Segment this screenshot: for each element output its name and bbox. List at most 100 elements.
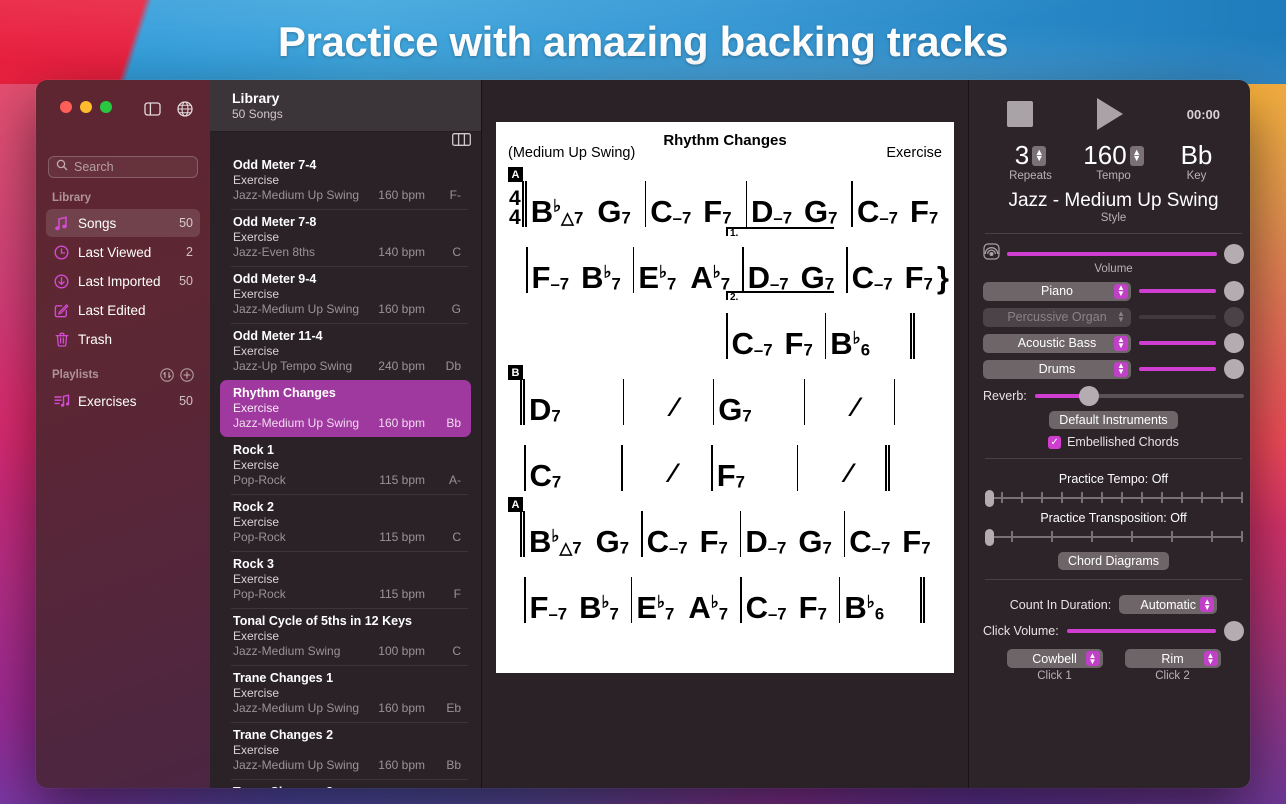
volume-slider[interactable] bbox=[983, 243, 1244, 265]
song-subtitle: Exercise bbox=[233, 686, 280, 700]
minimize-button[interactable] bbox=[80, 101, 92, 113]
table-row[interactable]: Trane Changes 2 Exercise Jazz-Medium Up … bbox=[220, 722, 471, 779]
count-in-duration-row: Count In Duration: Automatic ▲ ▼ bbox=[983, 595, 1244, 614]
table-row-selected[interactable]: Rhythm Changes Exercise Jazz-Medium Up S… bbox=[220, 380, 471, 437]
chevron-updown-icon[interactable]: ▲ ▼ bbox=[1114, 335, 1128, 351]
song-key: C bbox=[452, 644, 461, 658]
instrument-select-piano[interactable]: Piano ▲ ▼ bbox=[983, 281, 1131, 301]
reverb-slider[interactable]: Reverb: bbox=[983, 386, 1244, 406]
practice-transposition-thumb[interactable] bbox=[985, 529, 994, 546]
click2-column: Rim ▲ ▼ Click 2 bbox=[1124, 649, 1221, 682]
chevron-updown-icon[interactable]: ▲ ▼ bbox=[1114, 309, 1128, 325]
song-style: Pop-Rock bbox=[233, 587, 286, 601]
style-field[interactable]: Jazz - Medium Up Swing Style bbox=[983, 190, 1244, 224]
song-key: Bb bbox=[446, 758, 461, 772]
sidebar-item-count: 50 bbox=[179, 274, 193, 288]
table-row[interactable]: Rock 1 Exercise Pop-Rock 115 bpm A- bbox=[220, 437, 471, 494]
instrument-volume-knob[interactable] bbox=[1224, 281, 1244, 301]
song-style: Jazz-Medium Up Swing bbox=[233, 302, 360, 316]
instrument-volume-knob[interactable] bbox=[1224, 359, 1244, 379]
song-subtitle: Exercise bbox=[233, 572, 280, 586]
table-row[interactable]: Rock 3 Exercise Pop-Rock 115 bpm F bbox=[220, 551, 471, 608]
click-volume-slider[interactable]: Click Volume: bbox=[983, 621, 1244, 641]
song-title: Rock 1 bbox=[233, 443, 274, 457]
repeats-field[interactable]: 3 ▲ ▼ Repeats bbox=[989, 140, 1072, 182]
chevron-updown-icon[interactable]: ▲ ▼ bbox=[1114, 283, 1128, 299]
music-note-icon bbox=[53, 215, 70, 232]
zoom-button[interactable] bbox=[100, 101, 112, 113]
reverb-knob[interactable] bbox=[1078, 386, 1099, 406]
tempo-stepper[interactable]: ▲ ▼ bbox=[1129, 145, 1144, 166]
chord: F7 bbox=[909, 193, 939, 229]
practice-transposition-label: Practice Transposition: Off bbox=[1040, 511, 1187, 525]
song-list[interactable]: Odd Meter 7-4 Exercise Jazz-Medium Up Sw… bbox=[210, 152, 481, 788]
song-bpm: 160 bpm bbox=[378, 416, 425, 430]
click2-select[interactable]: Rim ▲ ▼ bbox=[1124, 649, 1221, 668]
practice-transposition-slider[interactable] bbox=[983, 528, 1244, 546]
key-field[interactable]: Bb Key bbox=[1155, 140, 1238, 182]
count-in-select[interactable]: Automatic ▲ ▼ bbox=[1119, 595, 1218, 614]
table-row[interactable]: Trane Changes 3 bbox=[220, 779, 471, 788]
close-button[interactable] bbox=[60, 101, 72, 113]
table-row[interactable]: Odd Meter 11-4 Exercise Jazz-Up Tempo Sw… bbox=[220, 323, 471, 380]
repeats-stepper[interactable]: ▲ ▼ bbox=[1032, 145, 1047, 166]
song-bpm: 115 bpm bbox=[379, 530, 425, 544]
song-title: Rhythm Changes bbox=[233, 386, 336, 400]
columns-icon[interactable] bbox=[452, 133, 471, 151]
chord: C–7 bbox=[646, 523, 688, 559]
embellished-chords-checkbox[interactable]: ✓ Embellished Chords bbox=[983, 435, 1244, 449]
tempo-field[interactable]: 160 ▲ ▼ Tempo bbox=[1072, 140, 1155, 182]
sidebar-item-songs[interactable]: Songs 50 bbox=[46, 209, 200, 237]
airplay-icon[interactable] bbox=[983, 243, 1000, 265]
chevron-updown-icon[interactable]: ▲ ▼ bbox=[1114, 361, 1128, 377]
divider bbox=[985, 458, 1242, 459]
sort-icon[interactable] bbox=[160, 368, 174, 382]
table-row[interactable]: Tonal Cycle of 5ths in 12 Keys Exercise … bbox=[220, 608, 471, 665]
song-style: Jazz-Even 8ths bbox=[233, 245, 316, 259]
instrument-volume-knob[interactable] bbox=[1224, 307, 1244, 327]
table-row[interactable]: Odd Meter 9-4 Exercise Jazz-Medium Up Sw… bbox=[220, 266, 471, 323]
chord-diagrams-button[interactable]: Chord Diagrams bbox=[1057, 552, 1169, 570]
sidebar-item-last-edited[interactable]: Last Edited bbox=[46, 296, 200, 324]
table-row[interactable]: Odd Meter 7-8 Exercise Jazz-Even 8ths 140… bbox=[220, 209, 471, 266]
globe-icon[interactable] bbox=[177, 101, 193, 122]
table-row[interactable]: Rock 2 Exercise Pop-Rock 115 bpm C bbox=[220, 494, 471, 551]
instrument-select-organ[interactable]: Percussive Organ ▲ ▼ bbox=[983, 307, 1131, 327]
play-icon[interactable] bbox=[1096, 98, 1123, 130]
search-input[interactable]: Search bbox=[48, 156, 198, 178]
click-volume-knob[interactable] bbox=[1224, 621, 1244, 641]
tempo-value: 160 bbox=[1083, 140, 1127, 170]
instrument-select-drums[interactable]: Drums ▲ ▼ bbox=[983, 359, 1131, 379]
chevron-updown-icon[interactable]: ▲ ▼ bbox=[1085, 651, 1100, 666]
practice-tempo-thumb[interactable] bbox=[985, 490, 994, 507]
click1-select[interactable]: Cowbell ▲ ▼ bbox=[1006, 649, 1103, 668]
style-label: Style bbox=[1100, 212, 1127, 224]
sidebar-item-trash[interactable]: Trash bbox=[46, 325, 200, 353]
stop-icon[interactable] bbox=[1007, 101, 1033, 127]
playlist-icon bbox=[53, 393, 70, 410]
divider bbox=[985, 579, 1242, 580]
sidebar-item-last-imported[interactable]: Last Imported 50 bbox=[46, 267, 200, 295]
chevron-updown-icon[interactable]: ▲ ▼ bbox=[1200, 597, 1215, 612]
volume-knob[interactable] bbox=[1224, 244, 1244, 264]
practice-tempo-slider[interactable] bbox=[983, 489, 1244, 507]
sidebar-playlist-exercises[interactable]: Exercises 50 bbox=[46, 387, 200, 415]
library-group-label: Library bbox=[52, 192, 91, 204]
instrument-volume-knob[interactable] bbox=[1224, 333, 1244, 353]
table-row[interactable]: Trane Changes 1 Exercise Jazz-Medium Up … bbox=[220, 665, 471, 722]
chord: E♭7 bbox=[636, 589, 675, 625]
tempo-label: Tempo bbox=[1096, 170, 1131, 182]
plus-circle-icon[interactable] bbox=[180, 368, 194, 382]
ending-1: 1. bbox=[726, 227, 834, 239]
song-title: Rock 3 bbox=[233, 557, 274, 571]
window-controls bbox=[46, 80, 200, 122]
default-instruments-button[interactable]: Default Instruments bbox=[1049, 411, 1178, 429]
table-row[interactable]: Odd Meter 7-4 Exercise Jazz-Medium Up Sw… bbox=[220, 152, 471, 209]
song-title: Trane Changes 1 bbox=[233, 671, 334, 685]
sidebar-toggle-icon[interactable] bbox=[144, 102, 161, 121]
instrument-select-bass[interactable]: Acoustic Bass ▲ ▼ bbox=[983, 333, 1131, 353]
sidebar-item-last-viewed[interactable]: Last Viewed 2 bbox=[46, 238, 200, 266]
chord: B♭△7 bbox=[529, 523, 582, 559]
chevron-updown-icon[interactable]: ▲ ▼ bbox=[1203, 651, 1218, 666]
chord-chart[interactable]: Rhythm Changes (Medium Up Swing) Exercis… bbox=[496, 122, 954, 673]
